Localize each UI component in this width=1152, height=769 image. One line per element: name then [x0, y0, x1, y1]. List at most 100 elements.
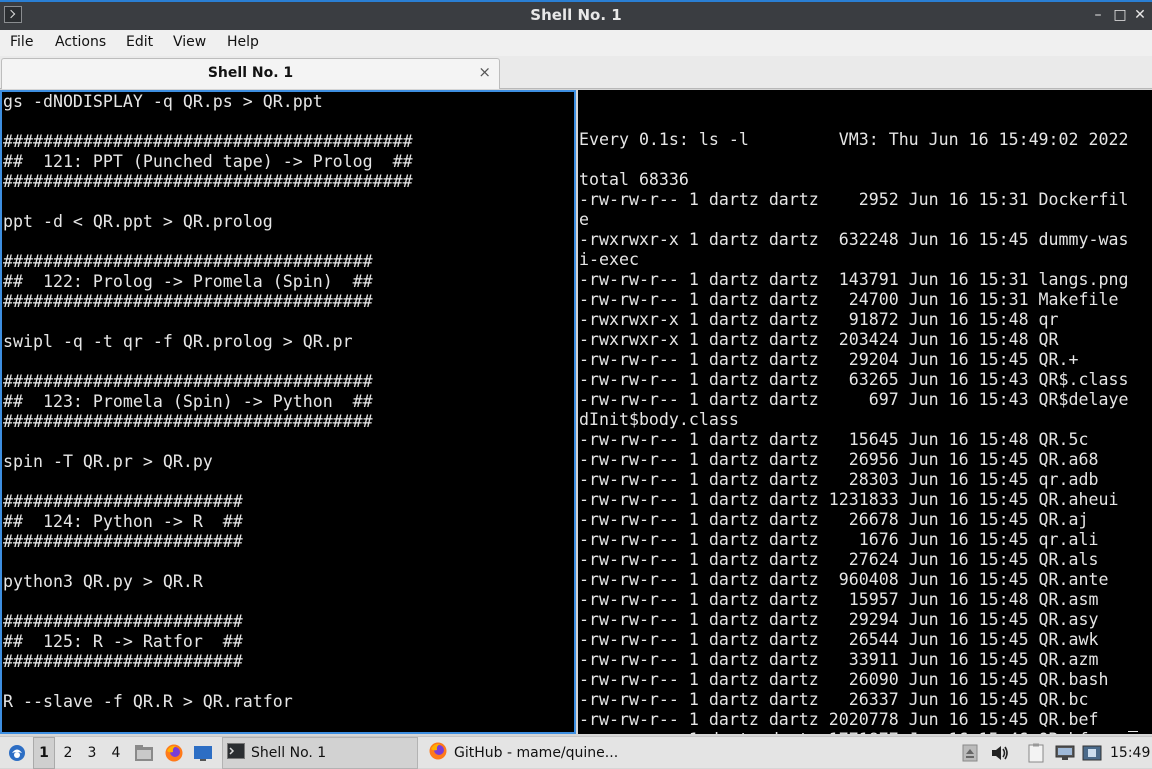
- terminal-line: -rw-rw-r-- 1 dartz dartz 24700 Jun 16 15…: [579, 290, 1119, 309]
- terminal-line: -rw-rw-r-- 1 dartz dartz 26337 Jun 16 15…: [579, 690, 1089, 709]
- terminal-line: #####################################: [3, 372, 373, 391]
- clock[interactable]: 15:49: [1110, 737, 1150, 769]
- terminal-line: ########################: [3, 612, 243, 631]
- terminal-line: python3 QR.py > QR.R: [3, 572, 203, 591]
- terminal-line: ########################: [3, 652, 243, 671]
- terminal-pane-left[interactable]: gs -dNODISPLAY -q QR.ps > QR.ppt ########…: [0, 90, 576, 734]
- terminal-line: R --slave -f QR.R > QR.ratfor: [3, 692, 293, 711]
- workspace-1[interactable]: 1: [33, 737, 55, 769]
- terminal-line: -rw-rw-r-- 1 dartz dartz 960408 Jun 16 1…: [579, 570, 1109, 589]
- network-icon[interactable]: [1055, 737, 1077, 769]
- minimize-button[interactable]: –: [1088, 5, 1108, 25]
- terminal-line: Every 0.1s: ls -l VM3: Thu Jun 16 15:49:…: [579, 130, 1129, 149]
- terminal-line: -rw-rw-r-- 1 dartz dartz 15645 Jun 16 15…: [579, 430, 1089, 449]
- file-manager-icon[interactable]: [134, 737, 154, 769]
- terminal-line: #####################################: [3, 292, 373, 311]
- terminal-line: i-exec: [579, 250, 639, 269]
- task-github-firefox[interactable]: GitHub - mame/quine...: [424, 737, 624, 769]
- terminal-line: spin -T QR.pr > QR.py: [3, 452, 213, 471]
- terminal-line: ## 123: Promela (Spin) -> Python ##: [3, 392, 373, 411]
- terminal-line: dInit$body.class: [579, 410, 739, 429]
- desktop-icon[interactable]: [193, 737, 215, 769]
- terminal-line: -rw-rw-r-- 1 dartz dartz 1231833 Jun 16 …: [579, 490, 1119, 509]
- terminal-line: ppt -d < QR.ppt > QR.prolog: [3, 212, 273, 231]
- terminal-line: ########################################…: [3, 132, 413, 151]
- terminal-line: ## 125: R -> Ratfor ##: [3, 632, 243, 651]
- terminal-line: -rw-rw-r-- 1 dartz dartz 697 Jun 16 15:4…: [579, 390, 1129, 409]
- terminal-pane-right[interactable]: Every 0.1s: ls -l VM3: Thu Jun 16 15:49:…: [578, 90, 1152, 734]
- terminal-line: -rw-rw-r-- 1 dartz dartz 2020778 Jun 16 …: [579, 710, 1099, 729]
- terminal-line: -rw-rw-r-- 1 dartz dartz 29294 Jun 16 15…: [579, 610, 1099, 629]
- terminal-line: -rw-rw-r-- 1 dartz dartz 1676 Jun 16 15:…: [579, 530, 1099, 549]
- terminal-line: ########################: [3, 492, 243, 511]
- menu-edit[interactable]: Edit: [126, 34, 153, 50]
- terminal-line: -rw-rw-r-- 1 dartz dartz 26956 Jun 16 15…: [579, 450, 1099, 469]
- terminal-line: gs -dNODISPLAY -q QR.ps > QR.ppt: [3, 92, 323, 111]
- workspace-4[interactable]: 4: [105, 737, 127, 769]
- terminal-line: ########################: [3, 532, 243, 551]
- start-menu-icon[interactable]: [6, 737, 28, 769]
- terminal-line: -rwxrwxr-x 1 dartz dartz 203424 Jun 16 1…: [579, 330, 1059, 349]
- terminal-line: -rw-rw-r-- 1 dartz dartz 29204 Jun 16 15…: [579, 350, 1079, 369]
- firefox-icon: [428, 741, 448, 765]
- terminal-icon: [227, 743, 245, 763]
- terminal-line: -rw-rw-r-- 1 dartz dartz 1771877 Jun 16 …: [579, 730, 1152, 734]
- terminal-line: #####################################: [3, 412, 373, 431]
- close-button[interactable]: ✕: [1130, 5, 1150, 25]
- task-shell-no-1[interactable]: Shell No. 1: [222, 737, 418, 769]
- terminal-line: -rw-rw-r-- 1 dartz dartz 28303 Jun 16 15…: [579, 470, 1099, 489]
- updates-icon[interactable]: [1082, 737, 1104, 769]
- tab-shell-1[interactable]: Shell No. 1 ×: [1, 58, 500, 89]
- terminal-line: -rw-rw-r-- 1 dartz dartz 26090 Jun 16 15…: [579, 670, 1109, 689]
- tab-label: Shell No. 1: [207, 65, 294, 81]
- volume-icon[interactable]: [990, 737, 1010, 769]
- terminal-line: ########################################…: [3, 172, 413, 191]
- terminal-line: -rwxrwxr-x 1 dartz dartz 91872 Jun 16 15…: [579, 310, 1059, 329]
- window-title: Shell No. 1: [530, 6, 622, 24]
- terminal-line: -rw-rw-r-- 1 dartz dartz 15957 Jun 16 15…: [579, 590, 1099, 609]
- terminal-line: -rw-rw-r-- 1 dartz dartz 33911 Jun 16 15…: [579, 650, 1099, 669]
- tray-eject-icon[interactable]: [962, 737, 980, 769]
- terminal-line: swipl -q -t qr -f QR.prolog > QR.pr: [3, 332, 353, 351]
- terminal-line: -rw-rw-r-- 1 dartz dartz 26678 Jun 16 15…: [579, 510, 1089, 529]
- terminal-line: -rw-rw-r-- 1 dartz dartz 2952 Jun 16 15:…: [579, 190, 1129, 209]
- task-label: GitHub - mame/quine...: [454, 745, 619, 761]
- terminal-line: #####################################: [3, 252, 373, 271]
- task-label: Shell No. 1: [251, 745, 327, 761]
- menu-actions[interactable]: Actions: [55, 34, 106, 50]
- tab-close-icon[interactable]: ×: [478, 63, 491, 81]
- terminal-line: e: [579, 210, 589, 229]
- menu-help[interactable]: Help: [227, 34, 259, 50]
- terminal-line: -rw-rw-r-- 1 dartz dartz 143791 Jun 16 1…: [579, 270, 1129, 289]
- terminal-line: total 68336: [579, 170, 689, 189]
- menu-file[interactable]: File: [10, 34, 33, 50]
- clipboard-icon[interactable]: [1027, 737, 1047, 769]
- terminal-line: ## 124: Python -> R ##: [3, 512, 243, 531]
- menu-bar: File Actions Edit View Help: [0, 30, 1152, 56]
- terminal-line: -rw-rw-r-- 1 dartz dartz 63265 Jun 16 15…: [579, 370, 1129, 389]
- terminal-line: -rwxrwxr-x 1 dartz dartz 632248 Jun 16 1…: [579, 230, 1129, 249]
- workspace-2[interactable]: 2: [57, 737, 79, 769]
- terminal-line: -rw-rw-r-- 1 dartz dartz 27624 Jun 16 15…: [579, 550, 1099, 569]
- terminal-line: -rw-rw-r-- 1 dartz dartz 26544 Jun 16 15…: [579, 630, 1099, 649]
- tab-bar: Shell No. 1 ×: [0, 56, 1152, 89]
- menu-view[interactable]: View: [173, 34, 206, 50]
- window-titlebar[interactable]: Shell No. 1 – □ ✕: [0, 0, 1152, 30]
- terminal-line: ## 122: Prolog -> Promela (Spin) ##: [3, 272, 373, 291]
- taskbar: 1 2 3 4 Shell No. 1 GitHub - mame/quine.…: [0, 736, 1152, 769]
- firefox-launcher-icon[interactable]: [164, 737, 184, 769]
- maximize-button[interactable]: □: [1110, 5, 1130, 25]
- workspace-3[interactable]: 3: [81, 737, 103, 769]
